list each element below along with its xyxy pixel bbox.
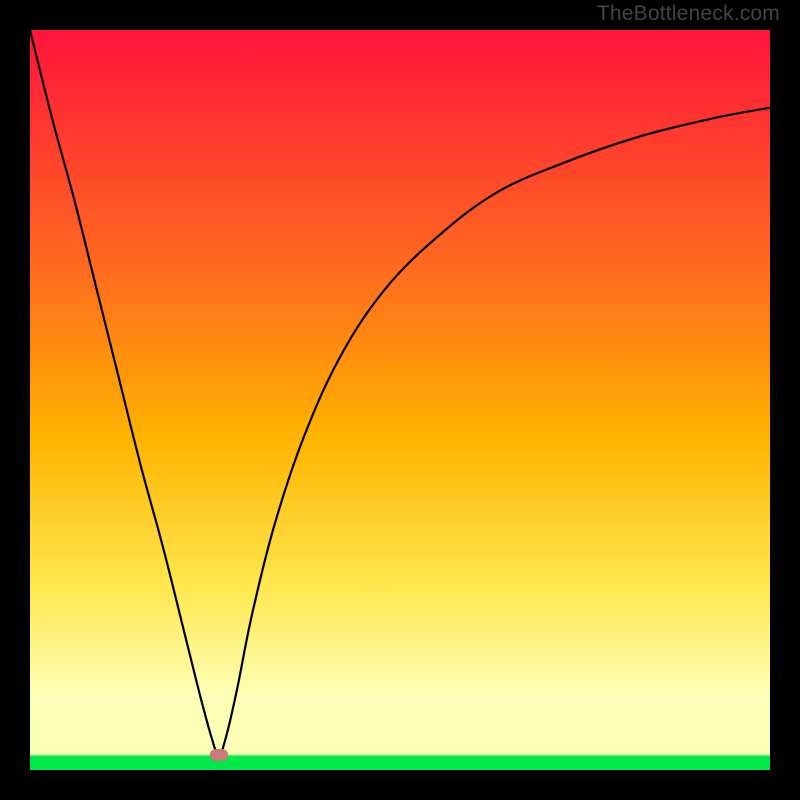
minimum-marker <box>210 749 228 761</box>
curve-svg <box>30 30 770 770</box>
chart-container: TheBottleneck.com <box>0 0 800 800</box>
bottleneck-curve <box>30 30 770 755</box>
plot-area <box>30 30 770 770</box>
watermark-text: TheBottleneck.com <box>597 2 780 26</box>
